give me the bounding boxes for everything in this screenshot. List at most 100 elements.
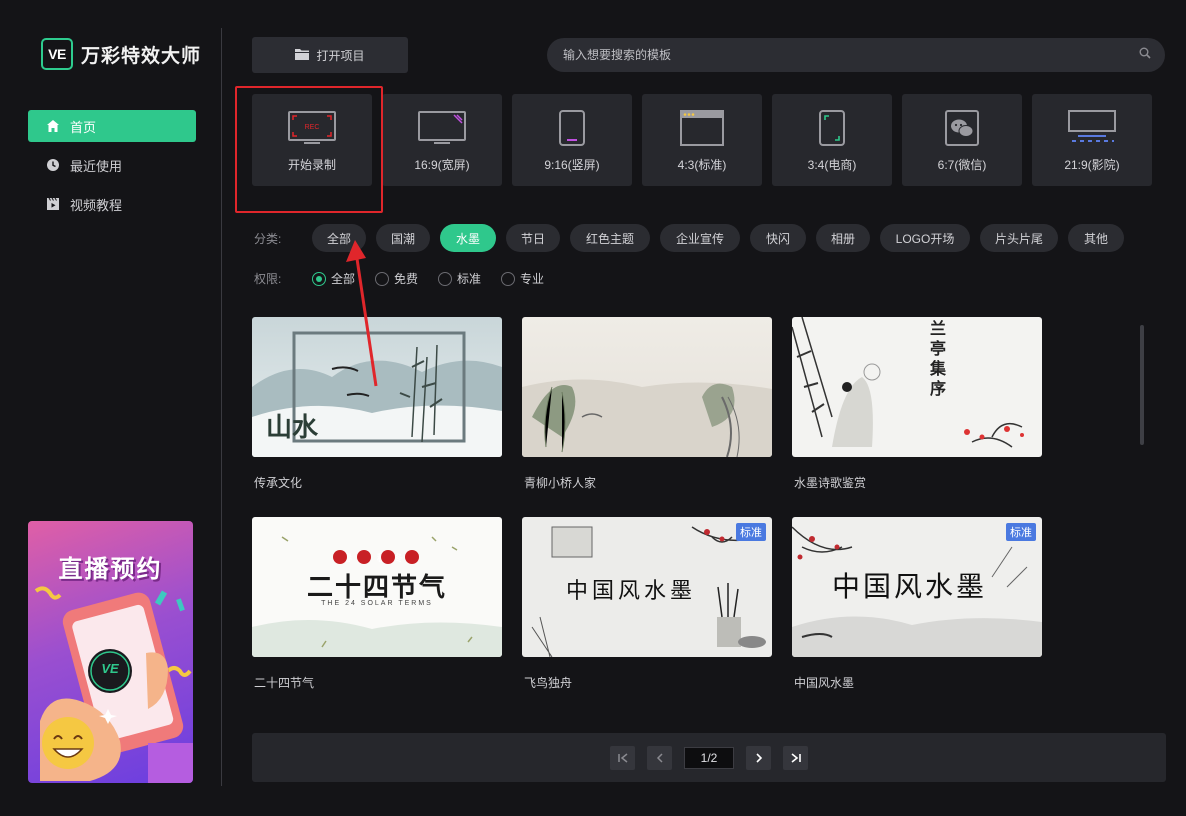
sidebar-item-label: 最近使用 (70, 158, 123, 174)
ratio-cards: REC 开始录制 16:9(宽屏) 9:16(竖屏) 4:3(标准) 3:4(电… (252, 94, 1152, 186)
category-chip-intro[interactable]: 片头片尾 (980, 224, 1058, 252)
sidebar-nav: 首页 最近使用 视频教程 (28, 110, 196, 227)
ratio-label: 6:7(微信) (937, 158, 987, 172)
next-page-button[interactable] (746, 745, 771, 770)
ratio-card-4-3[interactable]: 4:3(标准) (642, 94, 762, 186)
template-name: 水墨诗歌鉴赏 (794, 476, 867, 490)
ink-poetry-art (792, 317, 1024, 448)
rec-text: REC (305, 124, 320, 131)
permission-radio-pro[interactable]: 专业 (501, 270, 544, 287)
app-title: 万彩特效大师 (81, 45, 202, 67)
search-input[interactable] (563, 48, 1139, 62)
ratio-card-6-7[interactable]: 6:7(微信) (902, 94, 1022, 186)
radio-button[interactable] (438, 271, 453, 286)
sidebar-item-label: 视频教程 (70, 197, 123, 213)
template-thumbnail[interactable]: 春夏秋冬 二十四节气 THE 24 SOLAR TERMS (252, 517, 502, 657)
template-art-title: 中国风水墨 (566, 579, 697, 604)
template-name: 飞鸟独舟 (524, 676, 573, 690)
prev-page-button[interactable] (647, 745, 672, 770)
category-label: 分类: (254, 231, 282, 246)
main-panel: 打开项目 REC 开始录制 16:9(宽屏) (222, 0, 1186, 816)
template-thumbnail[interactable]: 中国风水墨 标准 (522, 517, 772, 657)
template-badge: 标准 (1006, 523, 1036, 541)
ratio-label: 4:3(标准) (677, 158, 727, 172)
category-chip-red[interactable]: 红色主题 (570, 224, 650, 252)
live-booking-banner[interactable]: 直播预约 VE (28, 521, 193, 783)
video-icon (46, 197, 60, 211)
category-chip-logo[interactable]: LOGO开场 (880, 224, 970, 252)
last-page-icon (791, 752, 801, 763)
sidebar-item-recent[interactable]: 最近使用 (28, 149, 196, 181)
willow-bridge-art (522, 379, 772, 457)
shop-phone-icon (819, 109, 845, 147)
pagination: 1/2 (252, 733, 1166, 782)
ratio-label: 16:9(宽屏) (414, 158, 470, 172)
search-icon[interactable] (1139, 46, 1151, 64)
category-chip-ink[interactable]: 水墨 (440, 224, 496, 252)
radio-label: 标准 (457, 272, 482, 286)
radio-button[interactable] (501, 271, 516, 286)
category-chip-album[interactable]: 相册 (816, 224, 870, 252)
phone-icon (559, 109, 585, 147)
sidebar-item-home[interactable]: 首页 (28, 110, 196, 142)
permission-radio-standard[interactable]: 标准 (438, 270, 481, 287)
template-badge: 标准 (736, 523, 766, 541)
sidebar-item-label: 首页 (70, 119, 97, 135)
open-project-button[interactable]: 打开项目 (252, 37, 408, 73)
template-card[interactable]: 春夏秋冬 二十四节气 THE 24 SOLAR TERMS 二十四节气 (252, 517, 502, 691)
folder-icon (295, 48, 310, 63)
chevron-right-icon (755, 752, 762, 763)
category-chip-flash[interactable]: 快闪 (750, 224, 806, 252)
annotation-arrow (346, 240, 378, 387)
ratio-card-21-9[interactable]: 21:9(影院) (1032, 94, 1152, 186)
template-card[interactable]: 中国风水墨 标准 飞鸟独舟 (522, 517, 772, 691)
open-project-label: 打开项目 (316, 48, 365, 63)
template-art-title: 兰亭集序 (930, 319, 947, 398)
ratio-label: 3:4(电商) (807, 158, 857, 172)
template-name: 传承文化 (254, 476, 303, 490)
template-art-title: 山水 (266, 413, 319, 443)
window-icon (680, 109, 724, 147)
sidebar-item-tutorials[interactable]: 视频教程 (28, 188, 196, 220)
monitor-icon (418, 109, 466, 147)
template-card[interactable]: 青柳小桥人家 (522, 317, 772, 491)
radio-label: 专业 (520, 272, 545, 286)
ratio-card-3-4[interactable]: 3:4(电商) (772, 94, 892, 186)
template-card[interactable]: 中国风水墨 标准 中国风水墨 (792, 517, 1042, 691)
template-name: 二十四节气 (254, 676, 315, 690)
phone-hand-illustration (34, 586, 193, 783)
template-thumbnail[interactable]: 中国风水墨 标准 (792, 517, 1042, 657)
search-bar[interactable] (547, 38, 1165, 72)
ratio-card-16-9[interactable]: 16:9(宽屏) (382, 94, 502, 186)
template-card[interactable]: 兰亭集序 水墨诗歌鉴赏 (792, 317, 1042, 491)
last-page-button[interactable] (783, 745, 808, 770)
radio-button[interactable] (312, 271, 326, 286)
ratio-card-9-16[interactable]: 9:16(竖屏) (512, 94, 632, 186)
permission-label: 权限: (254, 272, 282, 286)
page-indicator[interactable]: 1/2 (684, 746, 734, 769)
clock-icon (46, 158, 60, 172)
template-thumbnail[interactable]: 兰亭集序 (792, 317, 1042, 457)
ratio-label: 开始录制 (287, 158, 336, 172)
category-chip-other[interactable]: 其他 (1068, 224, 1124, 252)
template-art-title: 中国风水墨 (832, 570, 988, 603)
ratio-label: 21:9(影院) (1064, 158, 1120, 172)
category-chip-festival[interactable]: 节日 (506, 224, 560, 252)
template-thumbnail[interactable] (522, 317, 772, 457)
template-art-subtitle: THE 24 SOLAR TERMS (321, 600, 433, 607)
logo-mark: VE (41, 38, 73, 70)
home-icon (46, 119, 60, 133)
first-page-button[interactable] (610, 745, 635, 770)
start-recording-card[interactable]: REC 开始录制 (252, 94, 372, 186)
category-chip-corporate[interactable]: 企业宣传 (660, 224, 740, 252)
wechat-icon (945, 109, 979, 147)
app-logo: VE 万彩特效大师 (41, 38, 201, 70)
rec-icon: REC (288, 109, 336, 147)
scrollbar-thumb[interactable] (1140, 325, 1144, 445)
seal-circles (333, 550, 419, 564)
chevron-left-icon (656, 752, 663, 763)
sidebar: VE 万彩特效大师 首页 最近使用 视频教程 直播预约 VE (0, 0, 222, 816)
banner-logo-mark: VE (101, 661, 119, 676)
ratio-label: 9:16(竖屏) (544, 158, 600, 172)
first-page-icon (617, 752, 627, 763)
